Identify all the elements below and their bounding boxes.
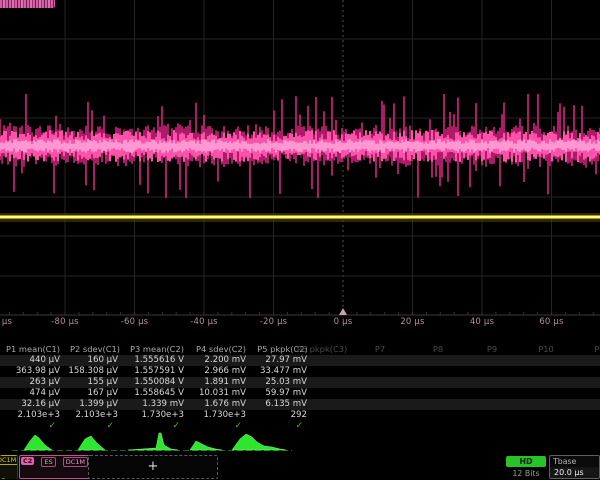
channel-c1-descriptor[interactable]: DC1M 0 mV: [0, 455, 18, 479]
param-header-unused[interactable]: P7: [352, 344, 408, 355]
param-header[interactable]: P3 mean(C2): [124, 344, 190, 355]
param-value: 263 µV: [0, 377, 66, 388]
measurement-histicons: [0, 430, 600, 453]
param-value: 33.477 mV: [252, 366, 313, 377]
c2-eres-badge: ES: [41, 457, 55, 467]
c2-coupling-badge: DC1M: [63, 457, 88, 467]
waveform-grid[interactable]: [0, 0, 600, 316]
param-header-unused[interactable]: P11: [574, 344, 600, 355]
param-value: 160 µV: [66, 355, 124, 366]
timebase-value: 20.0 µs: [550, 467, 599, 478]
measurement-table[interactable]: P1 mean(C1)P2 sdev(C1)P3 mean(C2)P4 sdev…: [0, 344, 600, 432]
param-value: 2.966 mV: [190, 366, 252, 377]
param-value: 2.103e+3: [0, 410, 66, 421]
param-value: 10.031 mV: [190, 388, 252, 399]
c1-scale-value: 0 mV: [0, 477, 17, 479]
param-value: 25.03 mV: [252, 377, 313, 388]
c2-label: C2: [21, 457, 34, 465]
param-value: 292: [252, 410, 313, 421]
param-header-unused[interactable]: P8: [410, 344, 466, 355]
param-header[interactable]: P4 sdev(C2): [190, 344, 252, 355]
param-value: 1.730e+3: [190, 410, 252, 421]
time-axis-label: -40 µs: [176, 317, 232, 327]
param-value: 1.676 mV: [190, 399, 252, 410]
param-value: 155 µV: [66, 377, 124, 388]
param-header-unused[interactable]: P9: [464, 344, 520, 355]
add-trace-button[interactable]: +: [88, 455, 218, 479]
timebase-descriptor[interactable]: Tbase 20.0 µs: [549, 455, 600, 479]
param-value: 1.557591 V: [124, 366, 190, 377]
param-value: 1.550084 V: [124, 377, 190, 388]
time-axis-label: 40 µs: [454, 317, 510, 327]
param-value: 59.97 mV: [252, 388, 313, 399]
param-value: 1.891 mV: [190, 377, 252, 388]
c1-coupling-badge: DC1M: [0, 455, 18, 465]
param-value: 6.135 mV: [252, 399, 313, 410]
hd-mode-badge: HD: [506, 456, 546, 467]
param-value: 167 µV: [66, 388, 124, 399]
param-value: 1.730e+3: [124, 410, 190, 421]
param-value: 2.200 mV: [190, 355, 252, 366]
time-axis-label: 60 µs: [524, 317, 580, 327]
param-value: 1.555616 V: [124, 355, 190, 366]
descriptor-bar: DC1M 0 mV C2 ES DC1M 10.0 mV + HD 12 Bit…: [0, 454, 600, 480]
param-header-unused[interactable]: P6 pkpk(C3): [294, 344, 350, 355]
param-header[interactable]: P1 mean(C1): [0, 344, 66, 355]
grid-svg: [0, 0, 600, 316]
param-value: 1.339 mV: [124, 399, 190, 410]
param-value: 32.16 µV: [0, 399, 66, 410]
channel-c2-descriptor[interactable]: C2 ES DC1M 10.0 mV: [19, 455, 97, 479]
oscilloscope-screen: -100 µs -80 µs -60 µs -40 µs -20 µs 0 µs 20 µs…: [0, 0, 600, 480]
param-value: 1.399 µV: [66, 399, 124, 410]
hd-bits-label: 12 Bits: [506, 469, 546, 478]
param-value: 1.558645 V: [124, 388, 190, 399]
time-axis-label: -80 µs: [37, 317, 93, 327]
param-value: 440 µV: [0, 355, 66, 366]
time-axis-label: -100 µs: [0, 317, 24, 327]
param-header-unused[interactable]: P10: [518, 344, 574, 355]
param-value: 474 µV: [0, 388, 66, 399]
time-axis-label: -20 µs: [246, 317, 302, 327]
param-value: 27.97 mV: [252, 355, 313, 366]
time-axis-label: 0 µs: [315, 317, 371, 327]
param-header[interactable]: P2 sdev(C1): [66, 344, 124, 355]
time-axis-label: -60 µs: [107, 317, 163, 327]
param-value: 363.98 µV: [0, 366, 66, 377]
time-axis-label: 20 µs: [385, 317, 441, 327]
time-axis: -100 µs -80 µs -60 µs -40 µs -20 µs 0 µs 20 µs…: [0, 317, 600, 331]
param-value: 2.103e+3: [66, 410, 124, 421]
param-value: 158.308 µV: [66, 366, 124, 377]
timebase-title: Tbase: [550, 456, 599, 467]
